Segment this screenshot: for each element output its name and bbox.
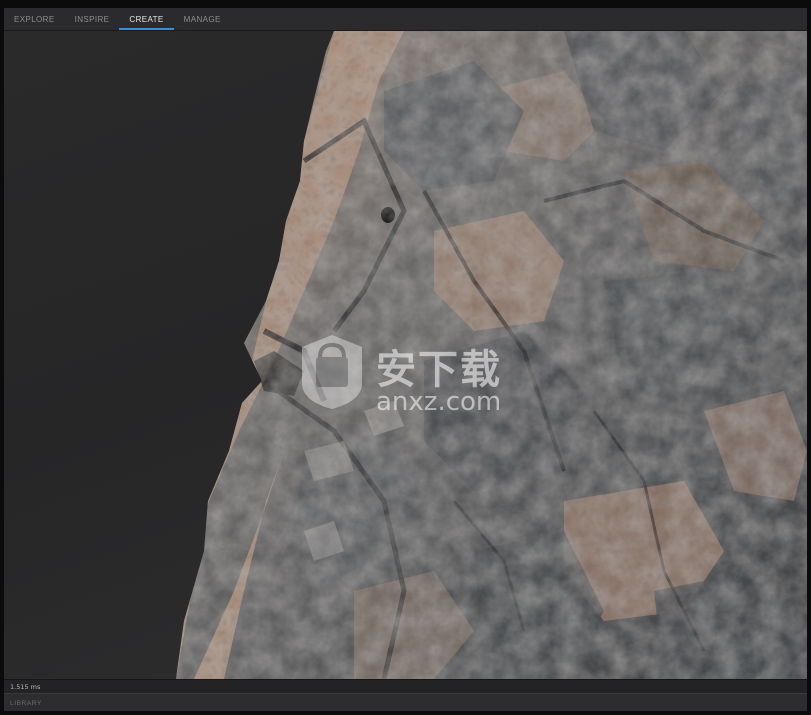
tab-manage[interactable]: MANAGE [174,8,231,30]
library-label[interactable]: LIBRARY [4,700,42,707]
status-bar: 1.515 ms [4,679,807,693]
library-panel-header[interactable]: LIBRARY [4,693,807,711]
tab-explore[interactable]: EXPLORE [4,8,65,30]
watermark-text-en: anxz.com [376,387,502,417]
tab-create[interactable]: CREATE [119,8,174,30]
tab-inspire[interactable]: INSPIRE [65,8,120,30]
frame-time-readout: 1.515 ms [10,682,41,691]
shield-bag-icon [302,335,362,409]
top-nav-bar: EXPLORE INSPIRE CREATE MANAGE [4,8,807,31]
watermark-overlay: 安下载 anxz.com [296,331,526,431]
app-window: EXPLORE INSPIRE CREATE MANAGE 安下载 anxz.c… [4,8,807,711]
3d-viewport[interactable]: 安下载 anxz.com [4,31,807,679]
